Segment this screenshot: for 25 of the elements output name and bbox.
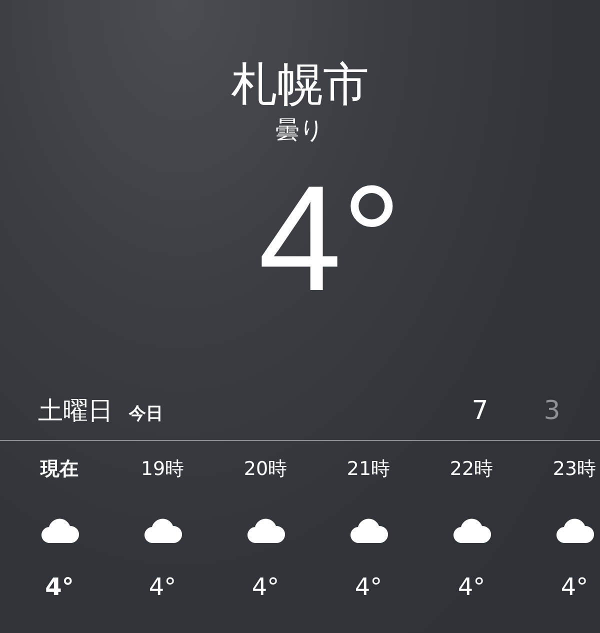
hour-time: 23時 (552, 457, 596, 482)
hour-temperature: 4° (252, 573, 280, 601)
cloud-icon (144, 517, 182, 543)
hour-temperature: 4° (560, 573, 588, 601)
high-temperature: 7 (470, 396, 490, 426)
hour-temperature: 4° (458, 573, 486, 601)
hour-temperature: 4° (45, 573, 74, 601)
weekday: 土曜日 (38, 395, 113, 427)
current-temperature: 4° (257, 158, 402, 318)
hour-time: 22時 (450, 457, 494, 482)
weather-condition: 曇り (276, 115, 324, 146)
today-label: 今日 (129, 403, 163, 425)
hour-time: 現在 (40, 457, 78, 482)
cloud-icon (350, 517, 388, 543)
cloud-icon (246, 517, 284, 543)
low-temperature: 3 (542, 396, 562, 426)
city-name: 札幌市 (231, 56, 369, 113)
cloud-icon (40, 517, 78, 543)
cloud-icon (452, 517, 490, 543)
hour-time: 19時 (140, 457, 184, 482)
hour-time: 21時 (346, 457, 390, 482)
hour-temperature: 4° (148, 573, 176, 601)
hour-time: 20時 (244, 457, 288, 482)
cloud-icon (556, 517, 594, 543)
hour-temperature: 4° (354, 573, 382, 601)
